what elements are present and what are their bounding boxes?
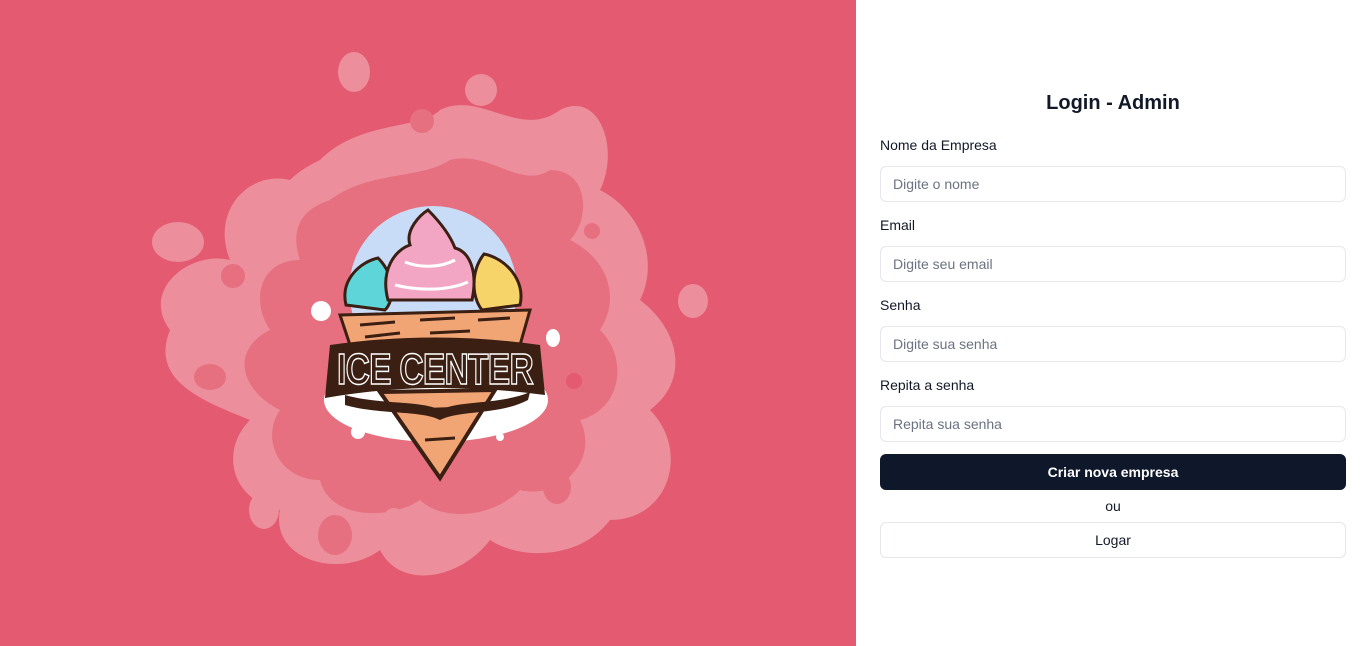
droplet: [584, 223, 600, 239]
droplet: [678, 284, 708, 318]
droplet: [566, 373, 582, 389]
droplet: [338, 52, 370, 92]
droplet: [410, 109, 434, 133]
droplet: [465, 74, 497, 106]
page-title: Login - Admin: [1046, 92, 1180, 114]
ice-center-logo: ICE CENTER: [152, 52, 708, 576]
company-name-label: Nome da Empresa: [880, 137, 997, 153]
droplet: [249, 491, 279, 529]
droplet: [571, 510, 587, 532]
company-name-input[interactable]: [880, 166, 1346, 202]
confirm-password-input[interactable]: [880, 406, 1346, 442]
or-separator: ou: [1105, 498, 1121, 514]
form-panel: Login - Admin Nome da Empresa Email Senh…: [856, 0, 1366, 646]
login-button[interactable]: Logar: [880, 522, 1346, 558]
email-input[interactable]: [880, 246, 1346, 282]
droplet: [543, 470, 571, 504]
droplet: [194, 364, 226, 390]
droplet: [152, 222, 204, 262]
signup-form: Login - Admin Nome da Empresa Email Senh…: [880, 90, 1346, 558]
password-input[interactable]: [880, 326, 1346, 362]
droplet: [384, 508, 404, 528]
droplet: [318, 515, 352, 555]
email-label: Email: [880, 217, 916, 233]
hero-panel: ICE CENTER: [0, 0, 856, 646]
signup-page: ICE CENTER Login - Admin Nome da Empresa…: [0, 0, 1366, 646]
droplet: [221, 264, 245, 288]
logo-wordmark: ICE CENTER: [337, 345, 533, 394]
create-company-button[interactable]: Criar nova empresa: [880, 454, 1346, 490]
password-label: Senha: [880, 297, 921, 313]
confirm-password-label: Repita a senha: [880, 377, 975, 393]
